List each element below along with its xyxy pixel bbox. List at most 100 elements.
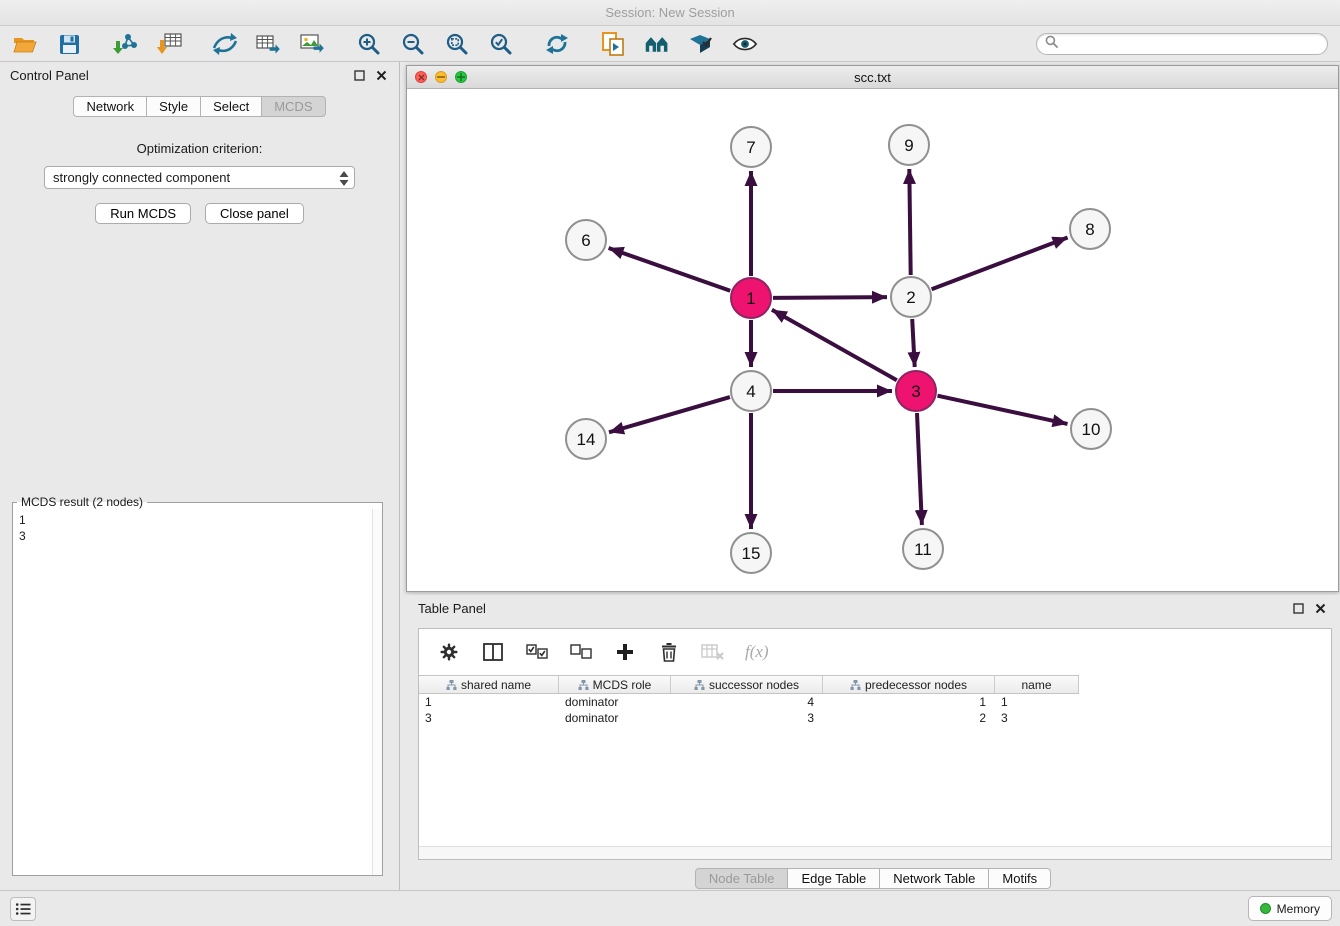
- graph-edge-3-11[interactable]: [917, 413, 922, 525]
- graph-node-label-3: 3: [911, 382, 920, 401]
- close-panel-icon[interactable]: [373, 67, 389, 83]
- export-image-icon[interactable]: [300, 31, 326, 57]
- zoom-out-icon[interactable]: [400, 31, 426, 57]
- layout-group: [544, 31, 570, 57]
- column-header-shared-name[interactable]: shared name: [419, 676, 559, 693]
- export-network-icon[interactable]: [212, 31, 238, 57]
- graph-node-label-15: 15: [742, 544, 761, 563]
- table-panel: Table Panel: [406, 595, 1340, 890]
- zoom-window-button[interactable]: [455, 71, 467, 83]
- graph-edge-2-8[interactable]: [932, 238, 1068, 290]
- main-toolbar: [0, 27, 1340, 62]
- tab-network[interactable]: Network: [73, 96, 147, 117]
- control-panel: Control Panel Network Style Select MCDS …: [0, 62, 400, 890]
- search-input[interactable]: [1064, 37, 1319, 51]
- table-row[interactable]: 1 dominator 4 1 1: [419, 694, 1079, 710]
- apply-layout-icon[interactable]: [544, 31, 570, 57]
- zoom-in-icon[interactable]: [356, 31, 382, 57]
- memory-status-icon: [1260, 903, 1271, 914]
- column-header-name[interactable]: name: [995, 676, 1079, 693]
- memory-button[interactable]: Memory: [1248, 896, 1332, 921]
- column-header-predecessor-nodes[interactable]: predecessor nodes: [823, 676, 995, 693]
- open-session-icon[interactable]: [12, 31, 38, 57]
- close-window-button[interactable]: [415, 71, 427, 83]
- window-title: Session: New Session: [605, 5, 734, 20]
- network-canvas-svg: 1234678910111415: [407, 90, 1338, 592]
- import-network-icon[interactable]: [112, 31, 138, 57]
- mcds-result-line: 1: [19, 512, 366, 528]
- table-horizontal-scrollbar[interactable]: [419, 846, 1331, 859]
- search-icon: [1045, 35, 1058, 53]
- tab-mcds[interactable]: MCDS: [262, 96, 325, 117]
- graph-node-label-6: 6: [581, 231, 590, 250]
- memory-label: Memory: [1277, 902, 1320, 916]
- node-table-card: f(x) shared name MCDS role successor nod…: [418, 628, 1332, 860]
- zoom-group: [356, 31, 514, 57]
- table-panel-header: Table Panel: [406, 595, 1340, 621]
- deselect-all-icon[interactable]: [569, 640, 593, 664]
- function-builder-icon: f(x): [745, 642, 769, 662]
- apply-style-icon[interactable]: [688, 31, 714, 57]
- close-panel-button[interactable]: Close panel: [205, 203, 304, 224]
- tab-network-table[interactable]: Network Table: [880, 868, 989, 889]
- minimize-window-button[interactable]: [435, 71, 447, 83]
- graph-edge-2-9[interactable]: [909, 169, 910, 275]
- zoom-selected-icon[interactable]: [488, 31, 514, 57]
- graph-node-label-8: 8: [1085, 220, 1094, 239]
- clone-network-icon[interactable]: [600, 31, 626, 57]
- column-header-successor-nodes[interactable]: successor nodes: [671, 676, 823, 693]
- graph-edge-3-1[interactable]: [772, 310, 897, 380]
- graph-edge-4-14[interactable]: [609, 397, 730, 432]
- tab-edge-table[interactable]: Edge Table: [788, 868, 880, 889]
- graph-node-label-10: 10: [1082, 420, 1101, 439]
- graph-edge-1-6[interactable]: [609, 248, 731, 291]
- mcds-result-box: MCDS result (2 nodes) 1 3: [12, 495, 383, 876]
- export-table-icon[interactable]: [256, 31, 282, 57]
- save-session-icon[interactable]: [56, 31, 82, 57]
- network-canvas[interactable]: 1234678910111415: [407, 90, 1338, 591]
- float-panel-button[interactable]: [351, 67, 367, 83]
- criterion-selected-value: strongly connected component: [53, 170, 230, 185]
- status-bar: Memory: [0, 890, 1340, 926]
- zoom-fit-icon[interactable]: [444, 31, 470, 57]
- graph-node-label-9: 9: [904, 136, 913, 155]
- tab-motifs[interactable]: Motifs: [989, 868, 1051, 889]
- graph-node-label-4: 4: [746, 382, 755, 401]
- tab-style[interactable]: Style: [147, 96, 201, 117]
- search-field[interactable]: [1036, 33, 1328, 55]
- run-mcds-button[interactable]: Run MCDS: [95, 203, 191, 224]
- result-scrollbar[interactable]: [372, 509, 382, 875]
- table-row[interactable]: 3 dominator 3 2 3: [419, 710, 1079, 726]
- table-settings-gear-icon[interactable]: [437, 640, 461, 664]
- criterion-select[interactable]: strongly connected component: [44, 166, 355, 189]
- select-all-icon[interactable]: [525, 640, 549, 664]
- delete-column-icon[interactable]: [657, 640, 681, 664]
- tab-select[interactable]: Select: [201, 96, 262, 117]
- export-group: [212, 31, 326, 57]
- column-header-mcds-role[interactable]: MCDS role: [559, 676, 671, 693]
- graph-node-label-14: 14: [577, 430, 596, 449]
- import-table-icon[interactable]: [156, 31, 182, 57]
- network-view-window: scc.txt 1234678910111415: [406, 65, 1339, 592]
- mcds-result-list[interactable]: 1 3: [13, 509, 372, 875]
- control-panel-title: Control Panel: [10, 68, 89, 83]
- close-table-panel-icon[interactable]: [1312, 600, 1328, 616]
- select-stepper-icon: [338, 170, 350, 190]
- graph-edge-2-3[interactable]: [912, 319, 915, 367]
- split-panel-icon[interactable]: [481, 640, 505, 664]
- add-column-icon[interactable]: [613, 640, 637, 664]
- graph-node-label-2: 2: [906, 288, 915, 307]
- control-panel-header: Control Panel: [0, 62, 399, 88]
- graph-node-label-1: 1: [746, 289, 755, 308]
- session-group: [12, 31, 82, 57]
- task-history-icon[interactable]: [10, 897, 36, 921]
- network-window-titlebar[interactable]: scc.txt: [407, 66, 1338, 89]
- table-tabs: Node Table Edge Table Network Table Moti…: [406, 868, 1340, 889]
- show-graphics-details-icon[interactable]: [732, 31, 758, 57]
- network-overview-icon[interactable]: [644, 31, 670, 57]
- graph-edge-3-10[interactable]: [938, 396, 1068, 424]
- import-group: [112, 31, 182, 57]
- graph-edge-1-2[interactable]: [773, 297, 887, 298]
- float-table-panel-button[interactable]: [1290, 600, 1306, 616]
- tab-node-table[interactable]: Node Table: [695, 868, 789, 889]
